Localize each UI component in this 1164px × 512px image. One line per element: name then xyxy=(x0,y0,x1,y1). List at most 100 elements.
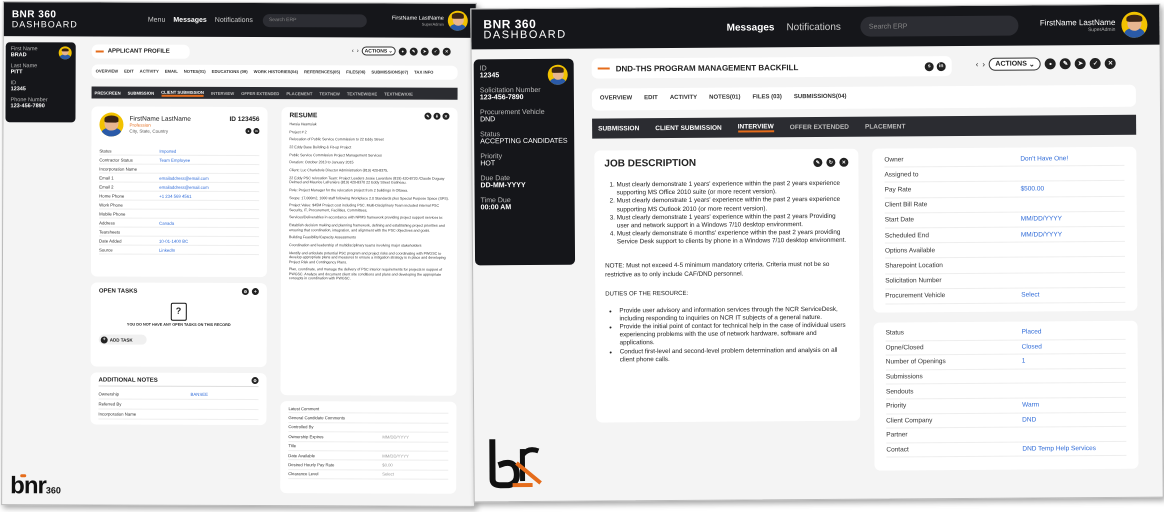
send-icon[interactable]: ➤ xyxy=(1074,58,1087,70)
actions-button[interactable]: ACTIONS ⌄ xyxy=(988,57,1042,71)
close-icon[interactable]: ✕ xyxy=(442,112,450,120)
skype-icon[interactable]: s xyxy=(924,61,934,71)
field-value[interactable]: 10-01-1400 BC xyxy=(159,238,188,243)
close-icon[interactable]: ✕ xyxy=(442,47,451,56)
tab-submissions[interactable]: SUBMISSIONS(04) xyxy=(794,94,847,100)
refresh-icon[interactable]: ↻ xyxy=(826,157,836,167)
user-menu[interactable]: FirstName LastName SuperAdmin xyxy=(392,10,468,31)
nav-messages[interactable]: Messages xyxy=(173,16,206,23)
field-value[interactable]: MM/DD/YYYY xyxy=(382,434,409,439)
field-value[interactable]: LinkedIn xyxy=(159,247,175,252)
tab-client-submission[interactable]: CLIENT SUBMISSION xyxy=(655,124,722,131)
field-value[interactable]: Select xyxy=(382,472,394,477)
linkedin-icon[interactable]: in xyxy=(253,128,260,135)
tab-notes[interactable]: NOTES(01) xyxy=(709,95,740,101)
field-value[interactable]: DND xyxy=(1022,416,1036,423)
download-icon[interactable]: ⬇ xyxy=(433,112,441,120)
field-value[interactable]: DND Temp Help Services xyxy=(1022,445,1096,453)
tab-work-histories[interactable]: WORK HISTORIES(04) xyxy=(254,69,298,74)
search-input[interactable]: Search ERP xyxy=(860,15,1019,37)
tab-textnew[interactable]: TEXTNEW xyxy=(319,91,340,96)
tab-references[interactable]: REFERENCES(05) xyxy=(304,69,340,74)
tab-files[interactable]: FILES (03) xyxy=(752,94,781,100)
tab-edit[interactable]: EDIT xyxy=(644,95,658,101)
sidebar-value[interactable]: DND xyxy=(480,116,568,123)
tab-overview[interactable]: OVERVIEW xyxy=(600,95,632,101)
field-value[interactable]: BANSEE xyxy=(191,392,208,397)
field-value[interactable]: Closed xyxy=(1022,343,1042,350)
field-value[interactable]: Select xyxy=(1021,292,1039,299)
tab-textnewidxe[interactable]: TEXTNEWIDXE xyxy=(347,91,377,96)
edit-icon[interactable]: ✎ xyxy=(424,112,432,120)
tab-submission[interactable]: SUBMISSION xyxy=(128,90,155,95)
tab-edit[interactable]: EDIT xyxy=(124,69,134,74)
field-value[interactable]: $500.00 xyxy=(1021,185,1045,192)
field-value[interactable]: emailaddress@email.com xyxy=(159,184,209,189)
tab-interview[interactable]: INTERVIEW xyxy=(211,90,234,95)
tab-interview[interactable]: INTERVIEW xyxy=(737,122,774,133)
tab-notes[interactable]: NOTES(01) xyxy=(184,69,206,74)
sidebar-value[interactable]: HOT xyxy=(480,160,568,167)
tab-placement[interactable]: PLACEMENT xyxy=(865,123,906,130)
tab-activity[interactable]: ACTIVITY xyxy=(670,95,697,101)
tab-client-submission[interactable]: CLIENT SUBMISSION xyxy=(161,89,204,97)
sidebar-value[interactable]: ACCEPTING CANDIDATES xyxy=(480,138,568,146)
field-value[interactable]: emailaddress@email.com xyxy=(159,175,209,180)
tab-files[interactable]: FILES(06) xyxy=(346,69,365,74)
field-value[interactable]: $0.00 xyxy=(382,462,393,467)
next-record-icon[interactable]: › xyxy=(982,60,985,69)
check-icon[interactable]: ✓ xyxy=(1089,58,1102,70)
field-value[interactable]: 1 xyxy=(1022,358,1026,365)
tab-offer-extended[interactable]: OFFER EXTENDED xyxy=(790,123,849,130)
linkedin-icon[interactable]: in xyxy=(936,61,946,71)
tab-offer-extended[interactable]: OFFER EXTENDED xyxy=(241,91,279,96)
tab-placement[interactable]: PLACEMENT xyxy=(286,91,312,96)
nav-menu[interactable]: Menu xyxy=(148,16,166,23)
tab-submission[interactable]: SUBMISSION xyxy=(598,125,639,132)
user-menu[interactable]: FirstName LastName SuperAdmin xyxy=(1040,11,1148,39)
settings-icon[interactable]: ⚙ xyxy=(241,288,249,296)
prev-record-icon[interactable]: ‹ xyxy=(352,48,354,54)
skype-icon[interactable]: s xyxy=(245,128,252,135)
edit-icon[interactable]: ✎ xyxy=(409,47,418,56)
nav-messages[interactable]: Messages xyxy=(727,22,775,33)
tab-email[interactable]: EMAIL xyxy=(165,69,178,74)
search-input[interactable]: Search ERP xyxy=(262,13,367,27)
field-value[interactable]: Warm xyxy=(1022,402,1039,409)
field-value[interactable]: MM/DD/YYYY xyxy=(382,453,409,458)
field-value[interactable]: Imported xyxy=(159,148,176,153)
brand-logo[interactable]: BNR 360 DASHBOARD xyxy=(483,16,566,40)
nav-notifications[interactable]: Notifications xyxy=(215,16,253,23)
field-value[interactable]: +1 234 569 4561 xyxy=(159,193,191,198)
nav-notifications[interactable]: Notifications xyxy=(786,21,841,32)
field-value[interactable]: MM/DD/YYYY xyxy=(1021,216,1062,223)
add-task-button[interactable]: + ADD TASK xyxy=(98,334,147,345)
close-icon[interactable]: ✕ xyxy=(1104,57,1117,69)
edit-icon[interactable]: ✎ xyxy=(1059,58,1072,70)
edit-icon[interactable]: ✎ xyxy=(813,157,823,168)
field-value[interactable]: Placed xyxy=(1022,329,1042,336)
tab-tax-info[interactable]: TAX INFO xyxy=(414,70,433,75)
tab-submissions[interactable]: SUBMISSIONS(07) xyxy=(371,69,408,74)
brand-logo[interactable]: BNR 360 DASHBOARD xyxy=(12,9,78,29)
field-value[interactable]: Canada xyxy=(159,220,174,225)
prev-record-icon[interactable]: ‹ xyxy=(976,60,979,69)
add-icon[interactable]: + xyxy=(251,288,259,296)
delete-icon[interactable]: ● xyxy=(398,47,407,56)
tab-textnewxxe[interactable]: TEXTNEWXXE xyxy=(384,91,413,96)
tab-educations[interactable]: EDUCATIONS (09) xyxy=(212,69,248,74)
field-value[interactable]: Team Employee xyxy=(159,157,190,162)
tab-overview[interactable]: OVERVIEW xyxy=(96,68,119,73)
tab-activity[interactable]: ACTIVITY xyxy=(140,69,159,74)
settings-icon[interactable]: ⚙ xyxy=(251,377,259,385)
tab-prescreen[interactable]: PRESCREEN xyxy=(95,90,121,95)
field-value[interactable]: Don't Have One! xyxy=(1020,155,1068,162)
delete-icon[interactable]: ● xyxy=(1044,58,1057,70)
check-icon[interactable]: ✓ xyxy=(431,47,440,56)
close-icon[interactable]: ✕ xyxy=(839,157,849,167)
send-icon[interactable]: ➤ xyxy=(420,47,429,56)
actions-button[interactable]: ACTIONS ⌄ xyxy=(361,46,396,56)
next-record-icon[interactable]: › xyxy=(357,48,359,54)
field-value[interactable]: MM/DD/YYYY xyxy=(1021,231,1062,238)
field-row: Assigned to xyxy=(884,166,1125,183)
